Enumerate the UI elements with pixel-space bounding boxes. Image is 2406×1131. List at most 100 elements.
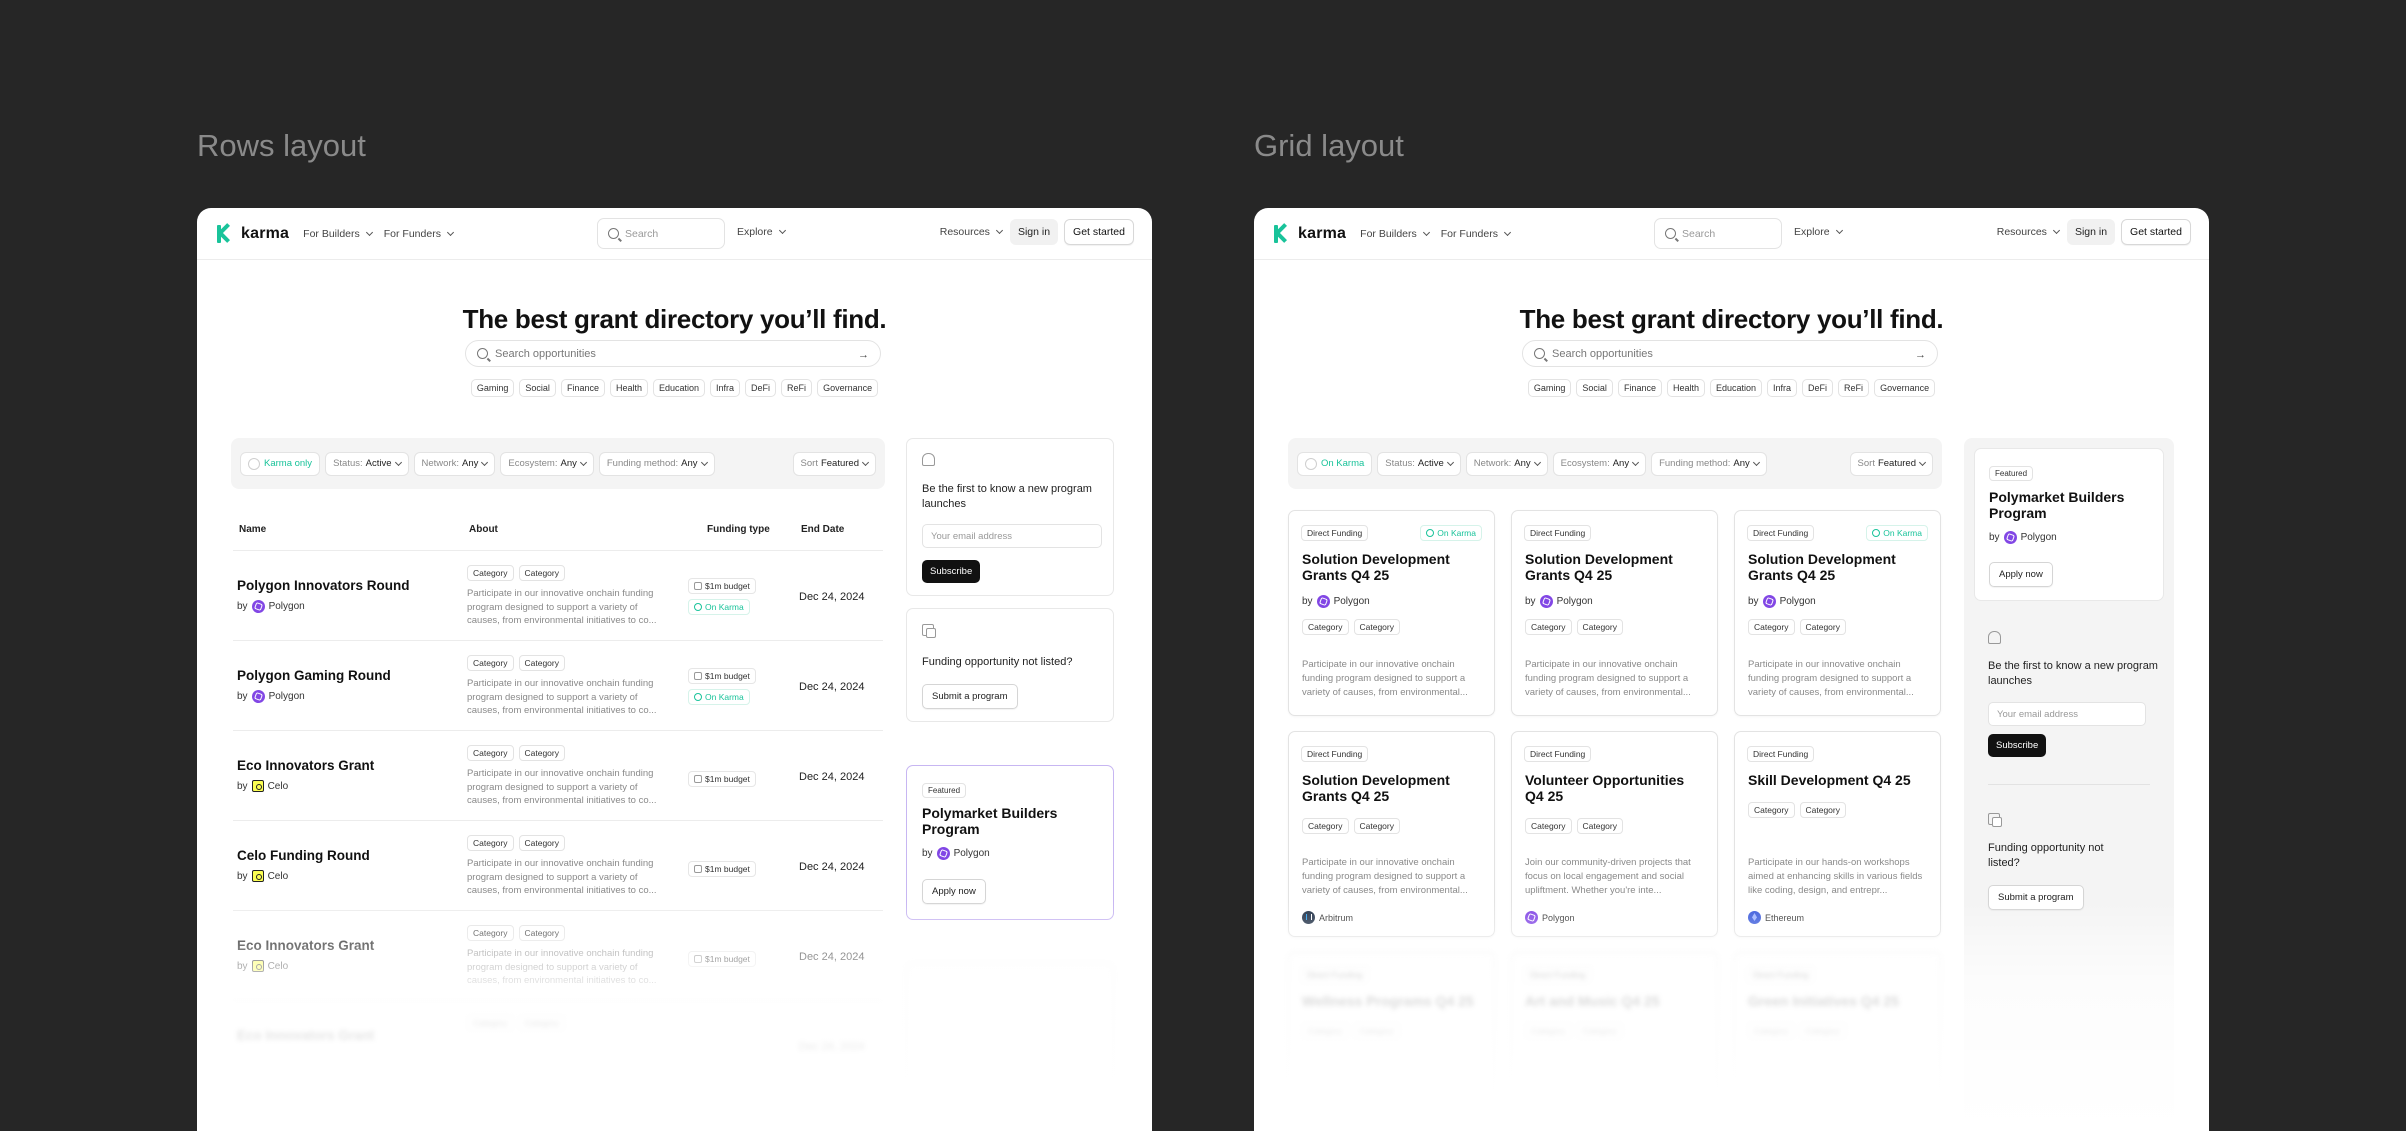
sign-in-button[interactable]: Sign in xyxy=(2066,219,2116,245)
email-field[interactable]: Your email address xyxy=(922,524,1102,548)
explore-menu[interactable]: Explore xyxy=(1794,226,1843,238)
chevron-down-icon xyxy=(579,458,587,466)
program-card[interactable]: Direct Funding Solution Development Gran… xyxy=(1511,510,1718,716)
chip-refi[interactable]: ReFi xyxy=(1838,379,1870,397)
program-card[interactable]: Direct Funding On Karma Solution Developm… xyxy=(1734,510,1941,716)
by-label: by xyxy=(237,960,248,972)
chip-infra[interactable]: Infra xyxy=(1767,379,1798,397)
status-filter[interactable]: Status: Active xyxy=(1377,451,1461,476)
chip-finance[interactable]: Finance xyxy=(560,379,605,397)
top-nav: karma For Builders For Funders Search Ex… xyxy=(197,208,1152,260)
table-row[interactable]: Eco Innovators Grant by Celo Category Cate… xyxy=(233,730,883,820)
subscribe-button[interactable]: Subscribe xyxy=(1988,734,2047,757)
category-tag: Category xyxy=(1576,818,1623,834)
chip-health[interactable]: Health xyxy=(1666,379,1705,397)
opportunity-search-input[interactable]: Search opportunities → xyxy=(1522,340,1938,367)
chip-social[interactable]: Social xyxy=(519,379,556,397)
opportunity-search-input[interactable]: Search opportunities → xyxy=(465,340,881,367)
network-filter[interactable]: Network: Any xyxy=(1465,451,1548,476)
category-tag: Category xyxy=(1799,1023,1846,1039)
subscribe-button[interactable]: Subscribe xyxy=(922,560,981,583)
nav-search-input[interactable]: Search xyxy=(597,218,725,249)
category-tag: Category xyxy=(467,835,514,851)
chip-finance[interactable]: Finance xyxy=(1617,379,1662,397)
email-field[interactable]: Your email address xyxy=(1988,702,2146,726)
featured-program-card[interactable]: Featured Polymarket Builders Program by P… xyxy=(906,765,1114,920)
karma-only-toggle[interactable]: Karma only xyxy=(240,451,321,476)
get-started-button[interactable]: Get started xyxy=(2121,219,2191,245)
get-started-button[interactable]: Get started xyxy=(1064,219,1134,245)
on-karma-label: On Karma xyxy=(705,602,744,612)
program-card[interactable]: Direct Funding On Karma Solution Developm… xyxy=(1288,510,1495,716)
ecosystem-filter[interactable]: Ecosystem: Any xyxy=(500,451,594,476)
karma-logo[interactable]: karma xyxy=(217,224,289,243)
chip-governance[interactable]: Governance xyxy=(817,379,879,397)
polygon-icon xyxy=(1762,595,1776,608)
program-title: Solution Development Grants Q4 25 xyxy=(1525,551,1673,583)
program-card[interactable]: Direct Funding Solution Development Gran… xyxy=(1288,731,1495,937)
sort-dropdown[interactable]: Sort Featured xyxy=(1849,451,1933,476)
chevron-down-icon xyxy=(394,458,402,466)
chip-gaming[interactable]: Gaming xyxy=(1527,379,1572,397)
submit-program-button[interactable]: Submit a program xyxy=(1988,885,2084,910)
program-title: Volunteer Opportunities Q4 25 xyxy=(1525,772,1685,804)
chip-health[interactable]: Health xyxy=(609,379,648,397)
celo-icon xyxy=(251,960,264,972)
karma-logo[interactable]: karma xyxy=(1274,224,1347,243)
status-filter[interactable]: Status: Active xyxy=(325,451,409,476)
ecosystem-filter[interactable]: Ecosystem: Any xyxy=(1552,451,1647,476)
chip-refi[interactable]: ReFi xyxy=(781,379,813,397)
chip-social[interactable]: Social xyxy=(1576,379,1613,397)
by-label: by xyxy=(1525,596,1536,607)
submit-program-button[interactable]: Submit a program xyxy=(922,684,1018,709)
by-label: by xyxy=(237,691,248,702)
resources-menu[interactable]: Resources xyxy=(940,226,1003,238)
chip-governance[interactable]: Governance xyxy=(1874,379,1936,397)
resources-menu[interactable]: Resources xyxy=(1997,226,2060,238)
chip-education[interactable]: Education xyxy=(1709,379,1763,397)
sort-dropdown[interactable]: Sort Featured xyxy=(792,451,876,476)
arrow-right-icon[interactable]: → xyxy=(1915,349,1926,361)
budget-icon xyxy=(694,672,702,680)
chip-infra[interactable]: Infra xyxy=(710,379,741,397)
on-karma-toggle[interactable]: On Karma xyxy=(1297,451,1373,476)
chip-defi[interactable]: DeFi xyxy=(745,379,777,397)
org-name: Polygon xyxy=(1333,596,1370,607)
table-row[interactable]: Polygon Innovators Round by Polygon Categ… xyxy=(233,550,883,640)
on-karma-badge: On Karma xyxy=(1866,525,1928,541)
check-circle-icon xyxy=(1872,529,1881,537)
apply-now-button[interactable]: Apply now xyxy=(1989,562,2053,587)
for-builders-menu[interactable]: For Builders xyxy=(1360,227,1430,240)
funding-method-filter[interactable]: Funding method: Any xyxy=(598,451,715,476)
org-name: Celo xyxy=(267,870,289,882)
network-name: Ethereum xyxy=(1765,912,1805,923)
header-about: About xyxy=(469,524,498,535)
program-title: Wellness Programs Q4 25 xyxy=(1302,993,1474,1009)
program-card[interactable]: Direct Funding Skill Development Q4 25 C… xyxy=(1734,731,1941,937)
table-row[interactable]: Eco Innovators Grant by Celo Category Cate… xyxy=(233,910,883,1000)
chip-gaming[interactable]: Gaming xyxy=(470,379,515,397)
chip-education[interactable]: Education xyxy=(652,379,706,397)
explore-menu[interactable]: Explore xyxy=(737,226,786,238)
table-row[interactable]: Celo Funding Round by Celo Category Catego… xyxy=(233,820,883,910)
sign-in-button[interactable]: Sign in xyxy=(1009,219,1059,245)
program-card-faded: Direct Funding Art and Music Q4 25 Categ… xyxy=(1511,952,1718,1131)
for-builders-label: For Builders xyxy=(1360,227,1417,240)
chip-defi[interactable]: DeFi xyxy=(1802,379,1834,397)
ecosystem-value: Any xyxy=(1612,458,1630,469)
program-title: Skill Development Q4 25 xyxy=(1748,772,1911,788)
nav-search-input[interactable]: Search xyxy=(1654,218,1782,249)
logo-text: karma xyxy=(1298,224,1347,242)
network-filter[interactable]: Network: Any xyxy=(413,451,496,476)
table-row[interactable]: Polygon Gaming Round by Polygon Category C… xyxy=(233,640,883,730)
funding-method-filter[interactable]: Funding method: Any xyxy=(1651,451,1767,476)
for-builders-menu[interactable]: For Builders xyxy=(303,228,373,240)
program-card[interactable]: Direct Funding Volunteer Opportunities Q… xyxy=(1511,731,1718,937)
arrow-right-icon[interactable]: → xyxy=(858,349,869,361)
featured-program-card[interactable]: Featured Polymarket Builders Program by P… xyxy=(1974,448,2164,601)
apply-now-button[interactable]: Apply now xyxy=(922,879,986,904)
sort-value: Featured xyxy=(1877,458,1916,469)
for-funders-menu[interactable]: For Funders xyxy=(384,228,454,240)
for-funders-menu[interactable]: For Funders xyxy=(1441,228,1511,240)
network-label: Arbitrum xyxy=(1302,911,1353,924)
